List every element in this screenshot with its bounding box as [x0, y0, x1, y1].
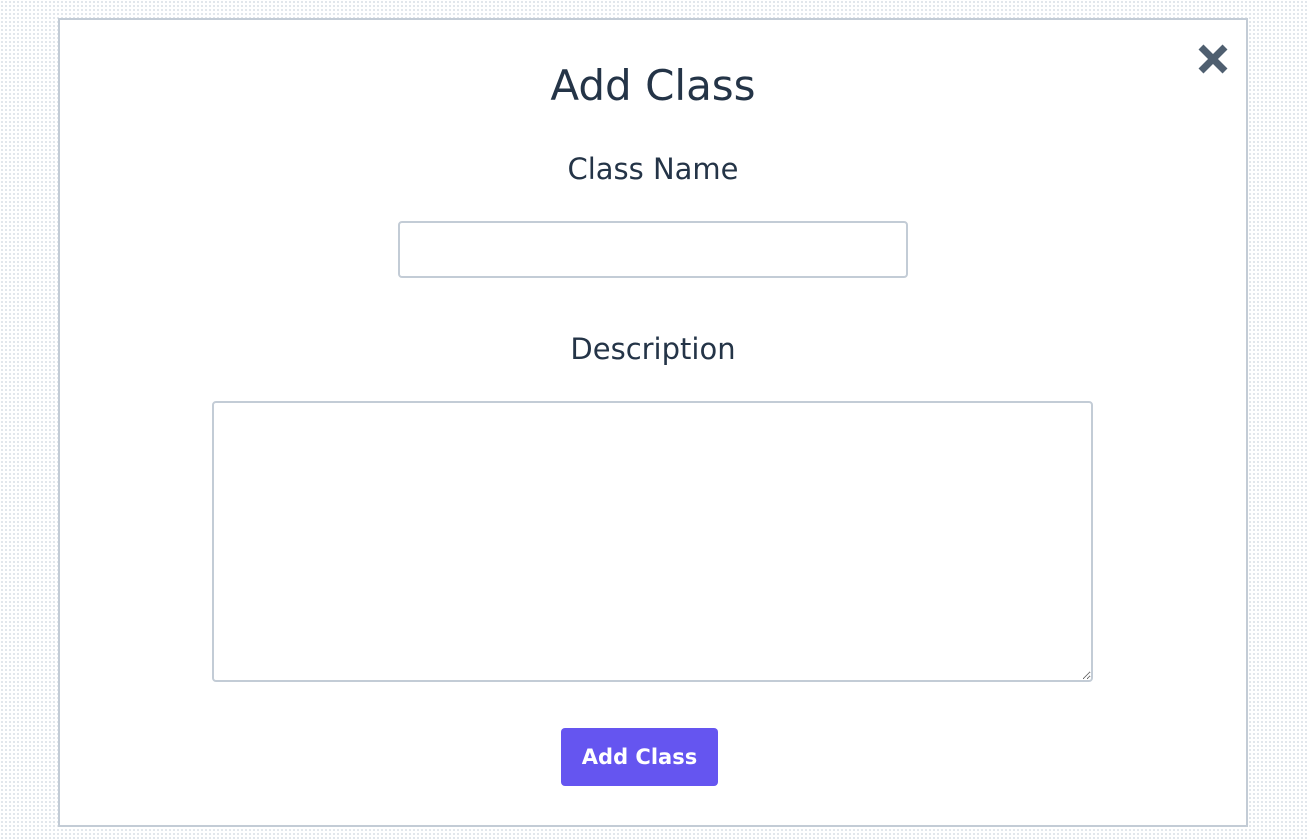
- add-class-button[interactable]: Add Class: [561, 728, 718, 786]
- description-textarea[interactable]: [212, 401, 1093, 682]
- description-label: Description: [570, 332, 736, 366]
- class-name-input[interactable]: [398, 221, 908, 278]
- add-class-modal: Add Class Class Name Description Add Cla…: [58, 18, 1248, 827]
- class-name-label: Class Name: [567, 152, 739, 186]
- modal-title: Add Class: [550, 61, 756, 110]
